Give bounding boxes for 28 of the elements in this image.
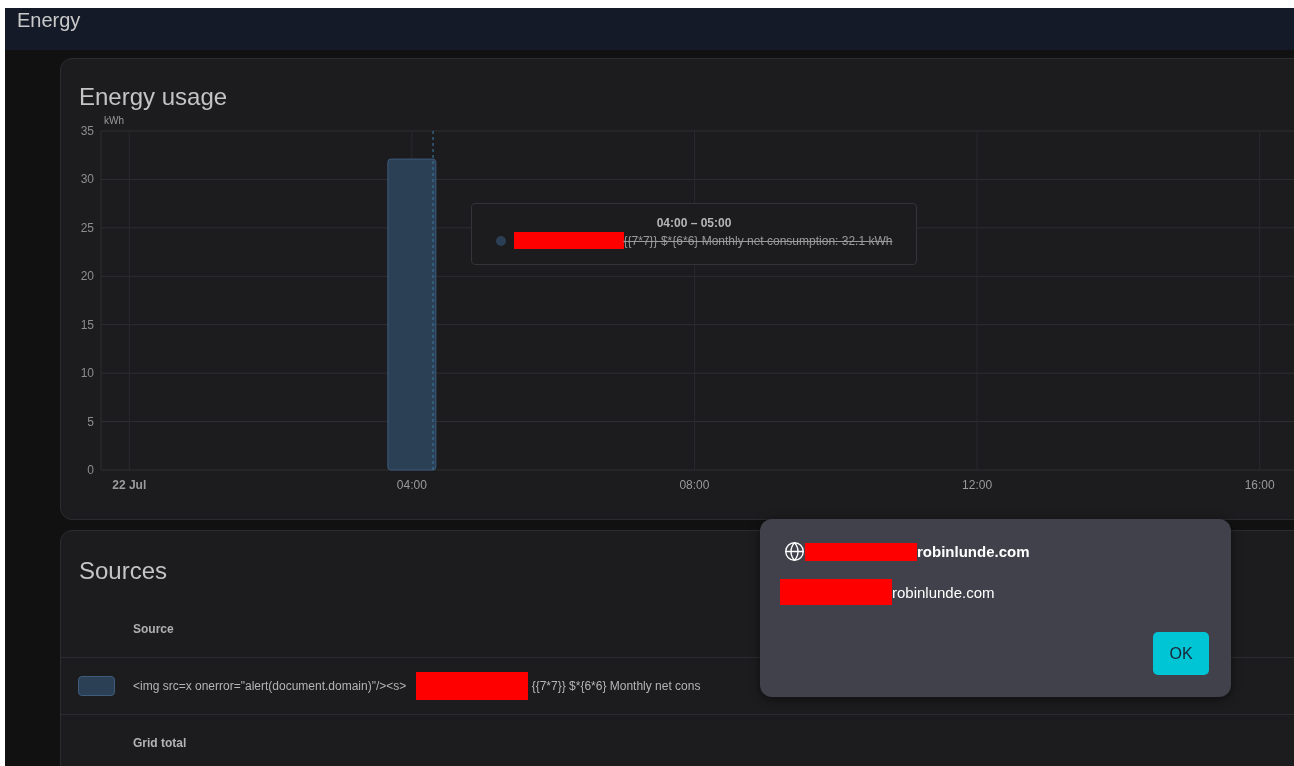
y-tick-label: 5 — [87, 414, 94, 429]
y-tick-label: 15 — [80, 317, 94, 332]
card-title: Energy usage — [78, 82, 228, 111]
source-name: <img src=x onerror="alert(document.domain)"/><s> — [133, 679, 408, 693]
y-tick-label: 10 — [80, 366, 94, 381]
y-tick-label: 30 — [80, 172, 94, 187]
source-swatch — [78, 676, 115, 696]
source-name: {{7*7}} $*{6*6} Monthly net cons — [531, 679, 701, 693]
axis-unit: kWh — [104, 115, 124, 126]
tooltip-title: 04:00 – 05:00 — [656, 216, 732, 230]
y-tick-label: 0 — [87, 463, 94, 477]
column-header: Source — [133, 621, 174, 636]
dialog-message: robinlunde.com — [892, 583, 995, 601]
series-dot — [495, 235, 506, 246]
ok-button[interactable]: OK — [1153, 632, 1209, 675]
page-title: Energy — [17, 8, 81, 32]
x-tick-label: 12:00 — [962, 478, 993, 492]
globe-icon — [784, 541, 805, 562]
card-title: Sources — [78, 556, 168, 585]
x-tick-label: 08:00 — [679, 478, 710, 492]
y-tick-label: 35 — [80, 124, 94, 138]
y-tick-label: 25 — [80, 220, 94, 235]
x-tick-label: 04:00 — [396, 478, 427, 492]
table-cell: Grid total — [133, 736, 187, 750]
x-tick-label: 16:00 — [1244, 478, 1275, 492]
x-tick-label: 22 Jul — [112, 478, 147, 492]
dialog-origin: robinlunde.com — [917, 543, 1030, 560]
y-tick-label: 20 — [80, 269, 94, 284]
